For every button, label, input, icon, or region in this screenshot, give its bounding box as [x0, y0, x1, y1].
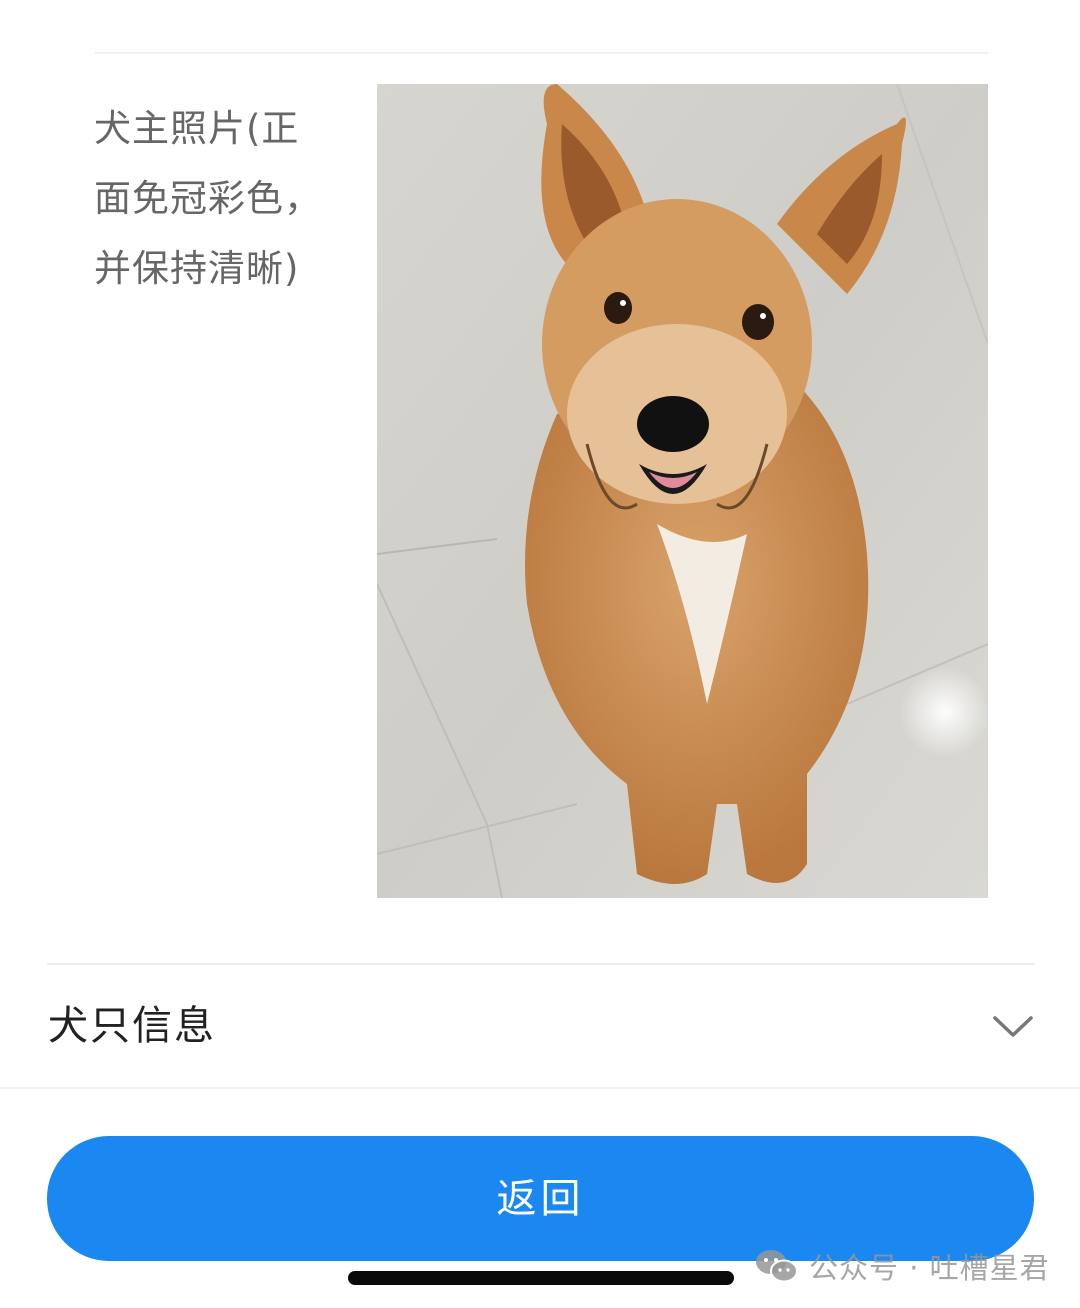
chevron-down-icon[interactable] — [990, 1005, 1036, 1045]
top-divider — [95, 52, 988, 54]
owner-photo-label: 犬主照片(正面免冠彩色，并保持清晰) — [94, 107, 322, 290]
back-button[interactable]: 返回 — [47, 1136, 1034, 1261]
dog-info-collapse-header[interactable]: 犬只信息 — [0, 965, 1080, 1087]
owner-photo[interactable] — [377, 84, 988, 898]
watermark: 公众号 · 吐槽星君 — [755, 1244, 1050, 1288]
dog-photo-image — [377, 84, 988, 898]
wechat-icon — [756, 1250, 798, 1283]
dog-info-title: 犬只信息 — [48, 1003, 216, 1049]
watermark-text: 公众号 · 吐槽星君 — [809, 1251, 1050, 1285]
bottom-divider — [0, 1087, 1080, 1089]
page: 犬主照片(正面免冠彩色，并保持清晰) 犬只信息 返回 公众号 · 吐槽星君 — [0, 0, 1080, 1308]
home-indicator — [348, 1271, 734, 1285]
